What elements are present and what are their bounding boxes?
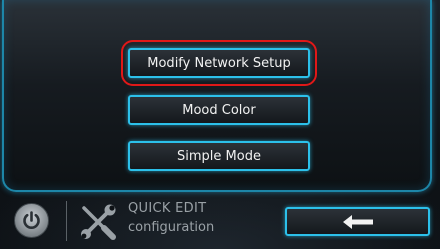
wrench-screwdriver-icon: [81, 204, 116, 240]
menu-item-label: Mood Color: [182, 102, 256, 118]
back-button[interactable]: [285, 207, 430, 236]
power-icon: [23, 211, 40, 230]
footer-divider: [66, 201, 67, 241]
simple-mode-button[interactable]: Simple Mode: [128, 141, 310, 171]
mood-color-button[interactable]: Mood Color: [128, 95, 310, 125]
quick-edit-title: QUICK EDIT: [128, 201, 207, 216]
quick-edit-subtitle: configuration: [128, 220, 215, 235]
modify-network-setup-button[interactable]: Modify Network Setup: [128, 48, 310, 78]
power-button[interactable]: [14, 203, 49, 238]
left-arrow-icon: [342, 214, 373, 229]
menu-item-label: Simple Mode: [177, 148, 261, 164]
menu-item-label: Modify Network Setup: [147, 55, 291, 71]
